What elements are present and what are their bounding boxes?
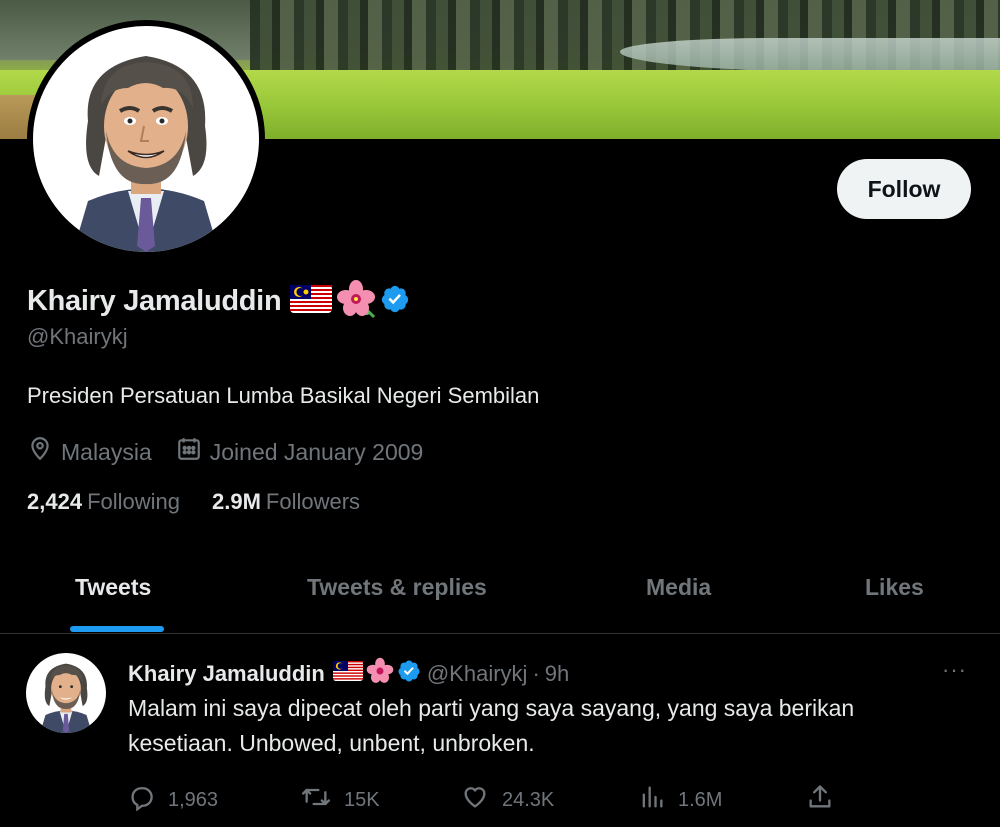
like-button[interactable]: 24.3K [460, 783, 554, 817]
tweet-header: Khairy Jamaluddin @Khairykj · 9h [128, 657, 569, 691]
more-options-icon[interactable]: ··· [942, 657, 967, 683]
tab-likes[interactable]: Likes [865, 574, 924, 601]
views-button[interactable]: 1.6M [638, 783, 722, 817]
tab-tweets-replies[interactable]: Tweets & replies [307, 574, 487, 601]
active-tab-indicator [70, 626, 164, 632]
follow-button[interactable]: Follow [837, 159, 971, 219]
avatar-caricature [33, 26, 259, 252]
retweet-count: 15K [344, 788, 380, 811]
malaysia-flag-icon [290, 284, 333, 318]
tweet-author-handle[interactable]: @Khairykj [427, 661, 528, 687]
following-count: 2,424 [27, 489, 83, 514]
profile-tabs: Tweets Tweets & replies Media Likes [0, 552, 1000, 634]
tweet-text: Malam ini saya dipecat oleh parti yang s… [128, 695, 855, 756]
joined-item: Joined January 2009 [176, 436, 424, 468]
reply-icon [128, 783, 168, 817]
joined-text: Joined January 2009 [209, 438, 424, 465]
like-count: 24.3K [502, 788, 555, 811]
location-text: Malaysia [61, 438, 152, 465]
profile-stats: 2,424 Following 2.9M Followers [27, 489, 392, 515]
retweet-icon [300, 783, 344, 817]
share-icon [806, 783, 846, 817]
tweet-avatar[interactable] [26, 653, 106, 733]
profile-name-row: Khairy Jamaluddin [27, 279, 410, 320]
calendar-icon [176, 436, 210, 468]
followers-count: 2.9M [212, 489, 261, 514]
share-button[interactable] [806, 783, 846, 817]
profile-handle: @Khairykj [27, 324, 128, 349]
tweet-separator: · [532, 661, 540, 686]
tweet[interactable]: Khairy Jamaluddin @Khairykj · 9h ··· Mal… [0, 635, 1000, 827]
location-pin-icon [27, 436, 61, 468]
profile-bio: Presiden Persatuan Lumba Basikal Negeri … [27, 383, 540, 408]
followers-link[interactable]: 2.9M Followers [212, 489, 360, 515]
profile-avatar[interactable] [27, 20, 265, 258]
profile-meta: Malaysia Joined January 2009 [27, 436, 447, 468]
verified-badge-icon[interactable] [380, 284, 410, 319]
following-label: Following [87, 489, 180, 514]
heart-icon [460, 783, 502, 817]
hibiscus-icon [336, 279, 376, 324]
location-item: Malaysia [27, 436, 152, 468]
reply-count: 1,963 [168, 788, 219, 811]
tab-media[interactable]: Media [646, 574, 711, 601]
tweet-timestamp[interactable]: 9h [545, 661, 569, 687]
retweet-button[interactable]: 15K [300, 783, 380, 817]
tab-tweets[interactable]: Tweets [75, 574, 151, 601]
following-link[interactable]: 2,424 Following [27, 489, 180, 515]
tweet-actions: 1,963 15K 24.3K 1.6M [128, 783, 848, 813]
hibiscus-icon [366, 657, 394, 691]
reply-button[interactable]: 1,963 [128, 783, 218, 817]
views-count: 1.6M [678, 788, 723, 811]
views-chart-icon [638, 783, 678, 817]
profile-name: Khairy Jamaluddin [27, 284, 282, 317]
verified-badge-icon[interactable] [397, 659, 421, 689]
malaysia-flag-icon [332, 661, 363, 687]
tweet-author-name[interactable]: Khairy Jamaluddin [128, 661, 325, 687]
followers-label: Followers [265, 489, 361, 514]
